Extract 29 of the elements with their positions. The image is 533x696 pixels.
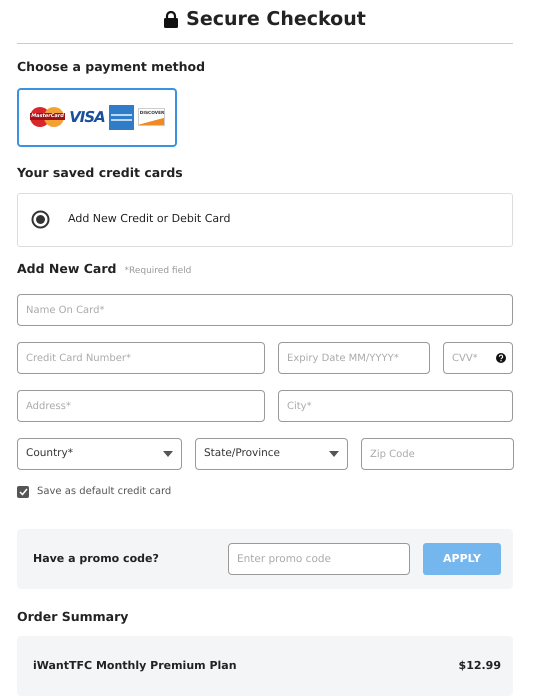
promo-label: Have a promo code? — [33, 550, 160, 567]
caret-icon — [163, 451, 173, 457]
checkbox-label: Save as default credit card — [37, 485, 172, 499]
text-input-field[interactable]: Credit Card Number* — [17, 342, 265, 374]
required-note: *Required field — [124, 264, 192, 278]
plan-name: iWantTFC Monthly Premium Plan — [33, 658, 237, 674]
cvv-field[interactable]: CVV* — [443, 342, 513, 374]
plan-price: $12.99 — [458, 658, 501, 674]
checkbox[interactable] — [17, 486, 29, 498]
text-input-field[interactable]: Expiry Date MM/YYYY* — [278, 342, 430, 374]
page-title: Secure Checkout — [186, 7, 366, 32]
saved-card-option[interactable]: Add New Credit or Debit Card — [17, 192, 513, 246]
lock-icon — [164, 10, 178, 28]
radio-button[interactable] — [31, 210, 50, 229]
section-heading: Your saved credit cards — [17, 164, 184, 180]
text-input-field[interactable]: Zip Code — [361, 438, 514, 470]
card-logo-icon — [108, 104, 134, 130]
text-input-field[interactable]: City* — [278, 390, 513, 422]
dropdown-select[interactable]: State/Province — [195, 438, 348, 470]
section-heading: Add New Card — [17, 260, 116, 276]
text-input-field[interactable]: Name On Card* — [17, 294, 513, 326]
caret-icon — [329, 451, 339, 457]
visa-logo: VISA — [69, 106, 105, 128]
section-heading: Choose a payment method — [17, 58, 206, 74]
option-label: Add New Credit or Debit Card — [68, 211, 230, 228]
dropdown-select[interactable]: Country* — [17, 438, 182, 470]
help-icon — [496, 353, 506, 363]
text-input-field[interactable]: Address* — [17, 390, 265, 422]
section-heading: Order Summary — [17, 609, 130, 624]
